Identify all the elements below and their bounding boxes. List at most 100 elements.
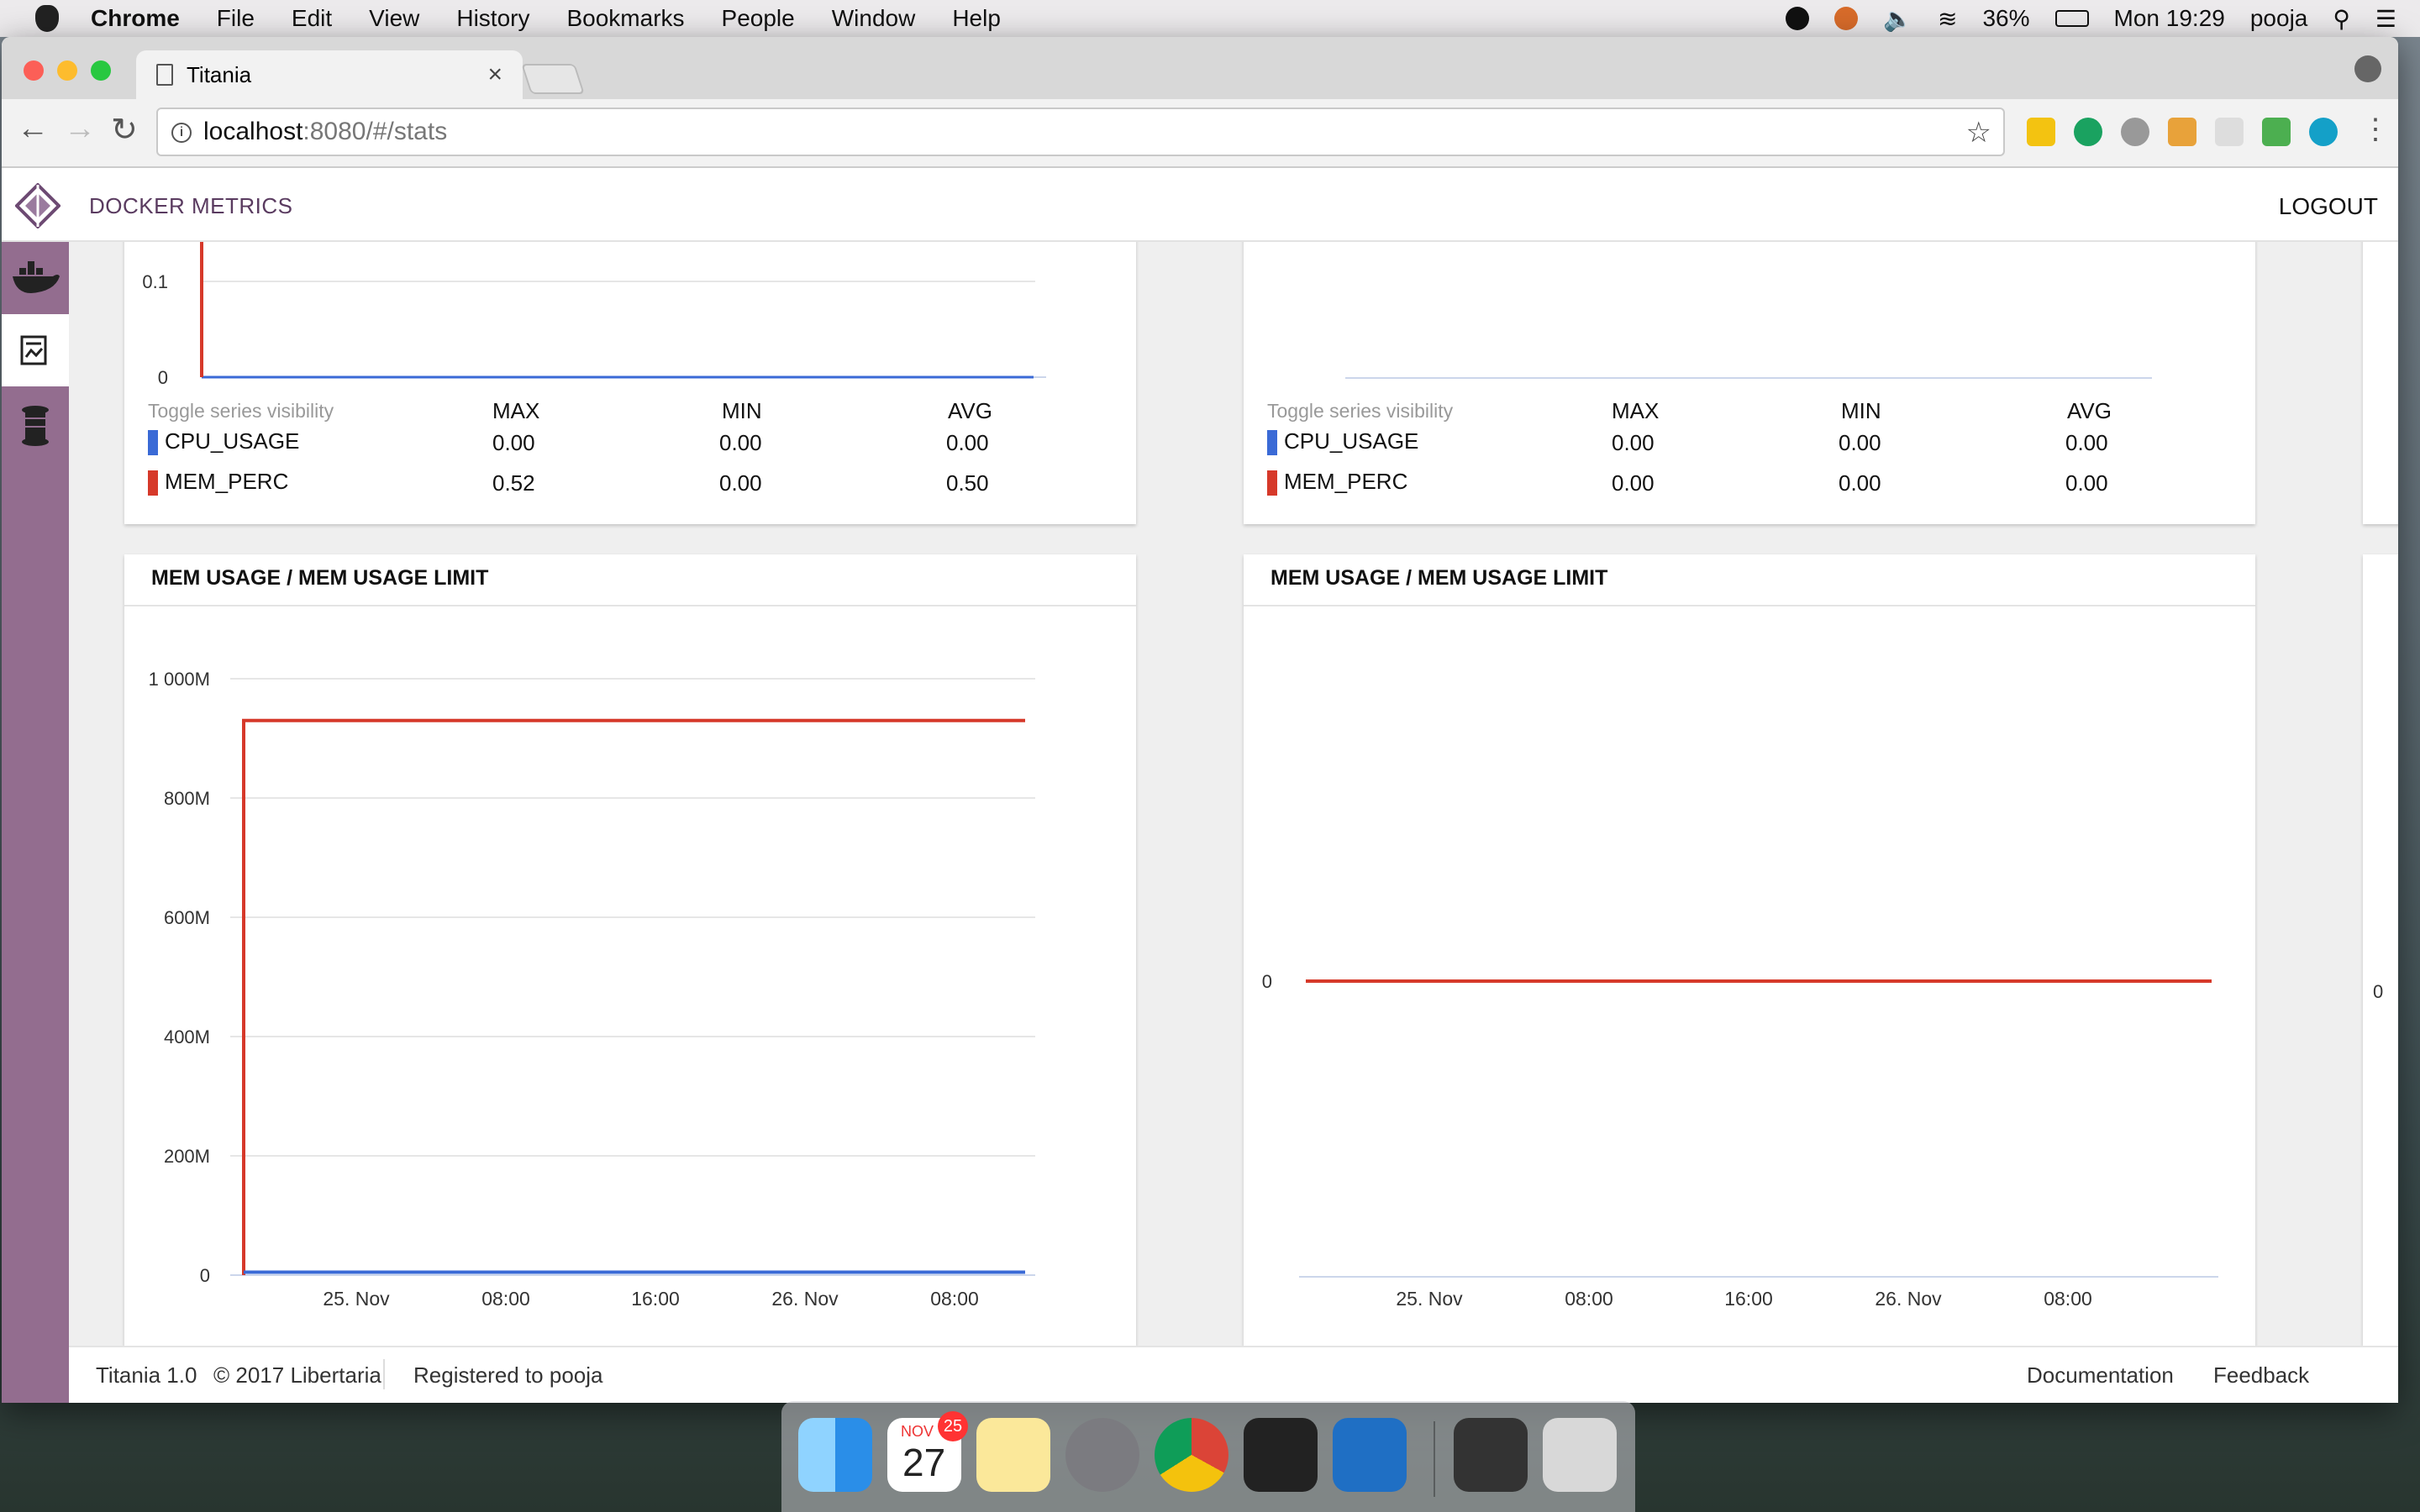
legend-row-cpu[interactable]: CPU_USAGE 0.00 0.00 0.00: [148, 428, 1114, 469]
terminal-window-thumbnail-icon[interactable]: [1454, 1418, 1528, 1492]
series-max: 0.52: [492, 470, 535, 496]
y-tick-label: 400M: [164, 1026, 210, 1047]
feedback-link[interactable]: Feedback: [2213, 1362, 2309, 1389]
url-path: :8080/#/stats: [302, 118, 448, 145]
max-header: MAX: [1612, 398, 1660, 423]
extension-icon-4[interactable]: [2168, 118, 2196, 146]
menu-people[interactable]: People: [722, 5, 795, 32]
x-tick-label: 26. Nov: [771, 1288, 839, 1310]
address-bar[interactable]: i localhost:8080/#/stats ☆: [156, 108, 2005, 156]
browser-window: Titania × ← → ↻ i localhost:8080/#/stats…: [2, 37, 2398, 1403]
user-name[interactable]: pooja: [2250, 5, 2308, 32]
x-tick-label: 08:00: [481, 1288, 530, 1310]
back-icon[interactable]: ←: [17, 111, 49, 147]
forward-icon[interactable]: →: [64, 111, 96, 147]
profile-icon[interactable]: [2354, 55, 2381, 82]
documentation-link[interactable]: Documentation: [2027, 1362, 2174, 1389]
cors-extension-icon[interactable]: [2262, 118, 2291, 146]
series-min: 0.00: [1839, 470, 1881, 496]
series-swatch: [1267, 430, 1277, 456]
card-edge-bottom: 0: [2363, 554, 2398, 1346]
menu-bookmarks[interactable]: Bookmarks: [566, 5, 684, 32]
tab-close-icon[interactable]: ×: [487, 60, 502, 89]
logout-button[interactable]: LOGOUT: [2279, 193, 2378, 220]
status-app-icon-2[interactable]: [1834, 7, 1859, 30]
terminal-icon[interactable]: [1244, 1418, 1318, 1492]
x-tick-label: 16:00: [1724, 1288, 1773, 1310]
avg-header: AVG: [948, 398, 992, 423]
volume-icon[interactable]: 🔈: [1883, 5, 1912, 33]
trash-icon[interactable]: [1543, 1418, 1617, 1492]
avg-header: AVG: [2067, 398, 2112, 423]
maximize-window-button[interactable]: [91, 60, 111, 81]
series-swatch: [148, 430, 158, 456]
browser-tab[interactable]: Titania ×: [136, 50, 523, 99]
menu-help[interactable]: Help: [952, 5, 1001, 32]
stats-content: 0.1 0 25. Nov 08:00 16:00 26. Nov 08:00 Toggle…: [69, 242, 2398, 1346]
notes-icon[interactable]: [976, 1418, 1050, 1492]
titania-logo-icon[interactable]: [15, 183, 60, 228]
series-min: 0.00: [719, 430, 762, 455]
legend-row-cpu[interactable]: CPU_USAGE 0.00 0.00 0.00: [1267, 428, 2233, 469]
y-tick-label: 0: [158, 367, 168, 388]
notification-center-icon[interactable]: ☰: [2375, 5, 2396, 33]
chart-top-left: 0.1025. Nov08:0016:0026. Nov08:00: [142, 242, 1046, 388]
menu-file[interactable]: File: [217, 5, 255, 32]
new-tab-button[interactable]: [521, 64, 585, 94]
footer-copyright: © 2017 Libertaria: [213, 1362, 381, 1388]
sidebar-item-containers[interactable]: [2, 242, 69, 314]
apple-icon[interactable]: [35, 5, 59, 32]
wifi-icon[interactable]: ≋: [1938, 5, 1957, 33]
x-tick-label: 08:00: [2044, 1288, 2092, 1310]
app-title[interactable]: DOCKER METRICS: [89, 193, 292, 219]
calendar-icon[interactable]: NOV 27 25: [887, 1411, 968, 1492]
status-app-icon[interactable]: [1786, 7, 1810, 30]
app-footer: Titania 1.0 © 2017 Libertaria Registered…: [69, 1346, 2398, 1403]
edge-y-tick: 0: [2373, 981, 2384, 1002]
battery-percent[interactable]: 36%: [1982, 5, 2029, 32]
spotlight-icon[interactable]: ⚲: [2333, 5, 2350, 33]
vscode-icon[interactable]: [1333, 1418, 1407, 1492]
series-name: CPU_USAGE: [165, 428, 300, 454]
extension-icon-5[interactable]: [2215, 118, 2244, 146]
x-tick-label: 25. Nov: [1396, 1288, 1463, 1310]
menu-view[interactable]: View: [369, 5, 419, 32]
card-top-left: 0.1025. Nov08:0016:0026. Nov08:00 Toggle…: [124, 242, 1136, 524]
series-max: 0.00: [1612, 430, 1655, 455]
menu-window[interactable]: Window: [832, 5, 916, 32]
y-tick-label: 200M: [164, 1146, 210, 1167]
legend-row-mem[interactable]: MEM_PERC 0.00 0.00 0.00: [1267, 469, 2233, 509]
close-window-button[interactable]: [24, 60, 44, 81]
series-avg: 0.50: [946, 470, 989, 496]
card-mem-usage-right: MEM USAGE / MEM USAGE LIMIT 0 25. Nov 08:0…: [1244, 554, 2255, 1346]
menu-edit[interactable]: Edit: [292, 5, 332, 32]
reload-icon[interactable]: ↻: [111, 111, 138, 149]
x-tick-label: 08:00: [1565, 1288, 1613, 1310]
minimize-window-button[interactable]: [57, 60, 77, 81]
clock[interactable]: Mon 19:29: [2114, 5, 2225, 32]
extension-icon-2[interactable]: [2074, 118, 2102, 146]
bookmark-star-icon[interactable]: ☆: [1966, 116, 1991, 150]
sidebar-item-storage[interactable]: [2, 390, 69, 462]
footer-registered: Registered to pooja: [413, 1362, 603, 1388]
y-tick-label: 0: [1262, 971, 1272, 992]
info-icon[interactable]: i: [171, 123, 192, 143]
extension-icon-1[interactable]: [2027, 118, 2055, 146]
menu-chrome[interactable]: Chrome: [91, 5, 180, 32]
chrome-dock-icon[interactable]: [1155, 1418, 1228, 1492]
legend-row-mem[interactable]: MEM_PERC 0.52 0.00 0.50: [148, 469, 1114, 509]
system-preferences-icon[interactable]: [1065, 1418, 1139, 1492]
extension-icon-7[interactable]: [2309, 118, 2338, 146]
legend-top-left: Toggle series visibility MAX MIN AVG CPU…: [148, 395, 1114, 509]
chrome-menu-icon[interactable]: ⋮: [2361, 113, 2390, 146]
extension-settings-icon[interactable]: [2121, 118, 2149, 146]
footer-version: Titania 1.0: [96, 1362, 197, 1388]
card-title: MEM USAGE / MEM USAGE LIMIT: [1270, 566, 1608, 590]
sidebar-item-stats[interactable]: [2, 314, 69, 386]
y-tick-label: 0.1: [142, 271, 168, 292]
finder-icon[interactable]: [798, 1418, 872, 1492]
x-tick-label: 16:00: [631, 1288, 680, 1310]
menu-history[interactable]: History: [456, 5, 529, 32]
series-max: 0.00: [492, 430, 535, 455]
battery-icon: [2054, 10, 2089, 27]
